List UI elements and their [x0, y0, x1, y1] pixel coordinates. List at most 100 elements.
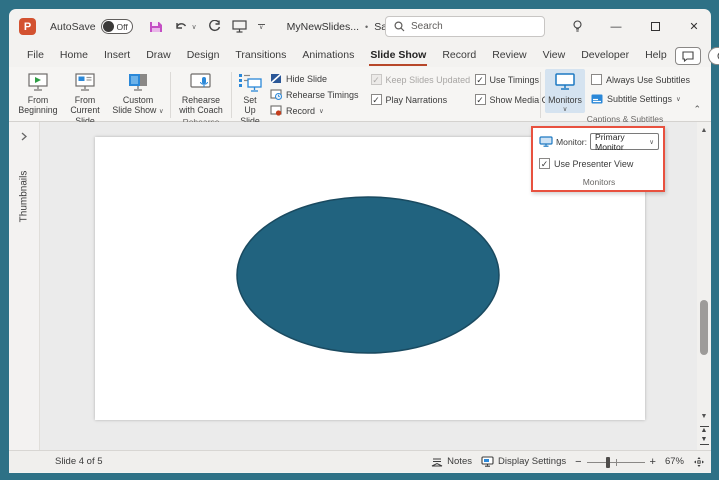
autosave-state: Off — [117, 22, 128, 32]
play-narrations-checkbox[interactable]: ✓ Play Narrations — [371, 94, 463, 105]
rehearse-with-coach-button[interactable]: Rehearse with Coach — [175, 69, 227, 116]
tab-view[interactable]: View — [535, 45, 574, 67]
scroll-down-icon[interactable]: ▼ — [701, 412, 708, 422]
tab-home[interactable]: Home — [52, 45, 96, 67]
collapse-ribbon-icon[interactable]: ⌃ — [693, 104, 701, 115]
display-settings-label: Display Settings — [498, 456, 566, 467]
undo-icon[interactable] — [174, 20, 188, 33]
previous-slide-button[interactable]: ▲ — [700, 425, 709, 434]
next-slide-bar — [700, 444, 709, 445]
autosave-label: AutoSave — [50, 21, 96, 33]
tab-transitions[interactable]: Transitions — [227, 45, 294, 67]
close-button[interactable]: ✕ — [681, 16, 707, 38]
separator-dot: • — [365, 22, 368, 32]
maximize-button[interactable] — [642, 16, 668, 38]
fit-to-window-icon — [693, 456, 705, 468]
save-icon[interactable] — [149, 20, 163, 34]
tab-slide-show[interactable]: Slide Show — [362, 45, 434, 67]
tab-record[interactable]: Record — [434, 45, 484, 67]
ribbon-tab-row: File Home Insert Draw Design Transitions… — [9, 44, 711, 67]
checkbox-icon: ✓ — [475, 94, 486, 105]
thumbnails-pane-collapsed[interactable]: Thumbnails — [9, 122, 40, 450]
minimize-button[interactable]: — — [603, 16, 629, 38]
zoom-slider[interactable]: − + — [575, 456, 656, 468]
custom-slide-show-button[interactable]: Custom Slide Show ∨ — [110, 69, 166, 126]
ellipse-shape[interactable] — [237, 197, 499, 353]
zoom-percent[interactable]: 67% — [665, 456, 684, 467]
ribbon: From Beginning From Current Slide Custom… — [9, 67, 711, 122]
monitor-dropdown[interactable]: Primary Monitor ∨ — [590, 133, 659, 150]
checkbox-icon: ✓ — [591, 74, 602, 85]
from-beginning-button[interactable]: From Beginning — [16, 69, 60, 126]
quick-access-toolbar: ∨ ∨ — [149, 20, 265, 34]
search-input[interactable]: Search — [385, 16, 545, 37]
use-timings-label: Use Timings — [490, 75, 540, 85]
comments-button[interactable] — [675, 47, 701, 65]
set-up-slide-show-icon — [238, 71, 262, 93]
tab-animations[interactable]: Animations — [294, 45, 362, 67]
monitors-chevron-icon: ∨ — [563, 105, 568, 113]
subtitle-settings-button[interactable]: Subtitle Settings ∨ — [591, 92, 690, 105]
hide-slide-label: Hide Slide — [286, 74, 327, 84]
group-captions-subtitles: Monitors ∨ ✓ Always Use Subtitles Subtit… — [545, 69, 705, 121]
tab-row-actions: Record Share ∨ — [675, 47, 719, 67]
display-settings-button[interactable]: Display Settings — [481, 456, 566, 467]
scrollbar-thumb[interactable] — [700, 300, 708, 355]
zoom-slider-track[interactable] — [587, 457, 645, 467]
custom-slide-show-label: Custom Slide Show ∨ — [112, 95, 164, 116]
record-slideshow-button[interactable]: Record ∨ — [270, 104, 359, 117]
zoom-in-button[interactable]: + — [650, 456, 656, 468]
lightbulb-icon[interactable] — [564, 16, 590, 38]
custom-slide-show-chevron-icon: ∨ — [159, 108, 164, 115]
tab-file[interactable]: File — [19, 45, 52, 67]
group-set-up: Set Up Slide Show Hide Slide Rehearse Ti… — [236, 69, 536, 121]
tab-design[interactable]: Design — [179, 45, 228, 67]
rehearse-with-coach-icon — [189, 71, 213, 93]
scroll-up-icon[interactable]: ▲ — [701, 126, 708, 136]
next-slide-button[interactable]: ▼ — [700, 437, 709, 446]
rehearse-timings-button[interactable]: Rehearse Timings — [270, 88, 359, 101]
tab-review[interactable]: Review — [484, 45, 534, 67]
monitors-button[interactable]: Monitors ∨ — [545, 69, 585, 113]
zoom-out-button[interactable]: − — [575, 456, 581, 468]
always-use-subtitles-checkbox[interactable]: ✓ Always Use Subtitles — [591, 74, 690, 85]
notes-icon — [431, 457, 443, 467]
tab-draw[interactable]: Draw — [138, 45, 179, 67]
fit-to-window-button[interactable] — [693, 456, 705, 468]
tab-help[interactable]: Help — [637, 45, 675, 67]
display-settings-icon — [481, 456, 494, 467]
search-placeholder: Search — [411, 21, 443, 32]
from-beginning-label: From Beginning — [18, 95, 58, 116]
expand-thumbnails-chevron-icon[interactable] — [20, 132, 28, 141]
customize-qat-icon[interactable]: ∨ — [258, 24, 265, 30]
from-current-slide-button[interactable]: From Current Slide — [60, 69, 110, 126]
monitors-flyout-highlighted: Monitor: Primary Monitor ∨ ✓ Use Present… — [531, 126, 665, 192]
undo-chevron-icon[interactable]: ∨ — [192, 23, 197, 31]
monitor-small-icon — [539, 136, 553, 147]
captions-controls: ✓ Always Use Subtitles Subtitle Settings… — [585, 69, 694, 105]
document-name: MyNewSlides... — [287, 21, 359, 33]
start-slideshow-qat-icon[interactable] — [232, 20, 247, 33]
group-label-monitors: Monitors — [539, 177, 659, 188]
record-button[interactable]: Record — [708, 47, 719, 65]
autosave-control[interactable]: AutoSave Off — [50, 19, 133, 34]
rehearse-timings-label: Rehearse Timings — [286, 90, 359, 100]
subtitle-settings-label: Subtitle Settings — [607, 94, 672, 104]
tab-developer[interactable]: Developer — [573, 45, 637, 67]
tab-insert[interactable]: Insert — [96, 45, 138, 67]
redo-icon[interactable] — [208, 20, 221, 33]
powerpoint-app-icon[interactable]: P — [19, 18, 36, 35]
zoom-slider-thumb[interactable] — [606, 457, 610, 468]
rehearse-with-coach-label: Rehearse with Coach — [177, 95, 225, 116]
vertical-scrollbar[interactable]: ▲ ▼ ▲ ▼ — [697, 122, 711, 450]
from-current-slide-icon — [74, 71, 96, 93]
hide-slide-button[interactable]: Hide Slide — [270, 72, 359, 85]
autosave-toggle[interactable]: Off — [101, 19, 133, 34]
setup-small-buttons: Hide Slide Rehearse Timings Record ∨ — [264, 69, 363, 117]
always-use-subtitles-label: Always Use Subtitles — [606, 75, 690, 85]
slide-indicator[interactable]: Slide 4 of 5 — [55, 456, 103, 467]
setup-checkbox-column-1: ✓ Keep Slides Updated ✓ Play Narrations — [363, 69, 467, 105]
notes-button[interactable]: Notes — [431, 456, 472, 467]
comment-icon — [682, 51, 694, 62]
use-presenter-view-checkbox[interactable]: ✓ Use Presenter View — [539, 158, 659, 169]
